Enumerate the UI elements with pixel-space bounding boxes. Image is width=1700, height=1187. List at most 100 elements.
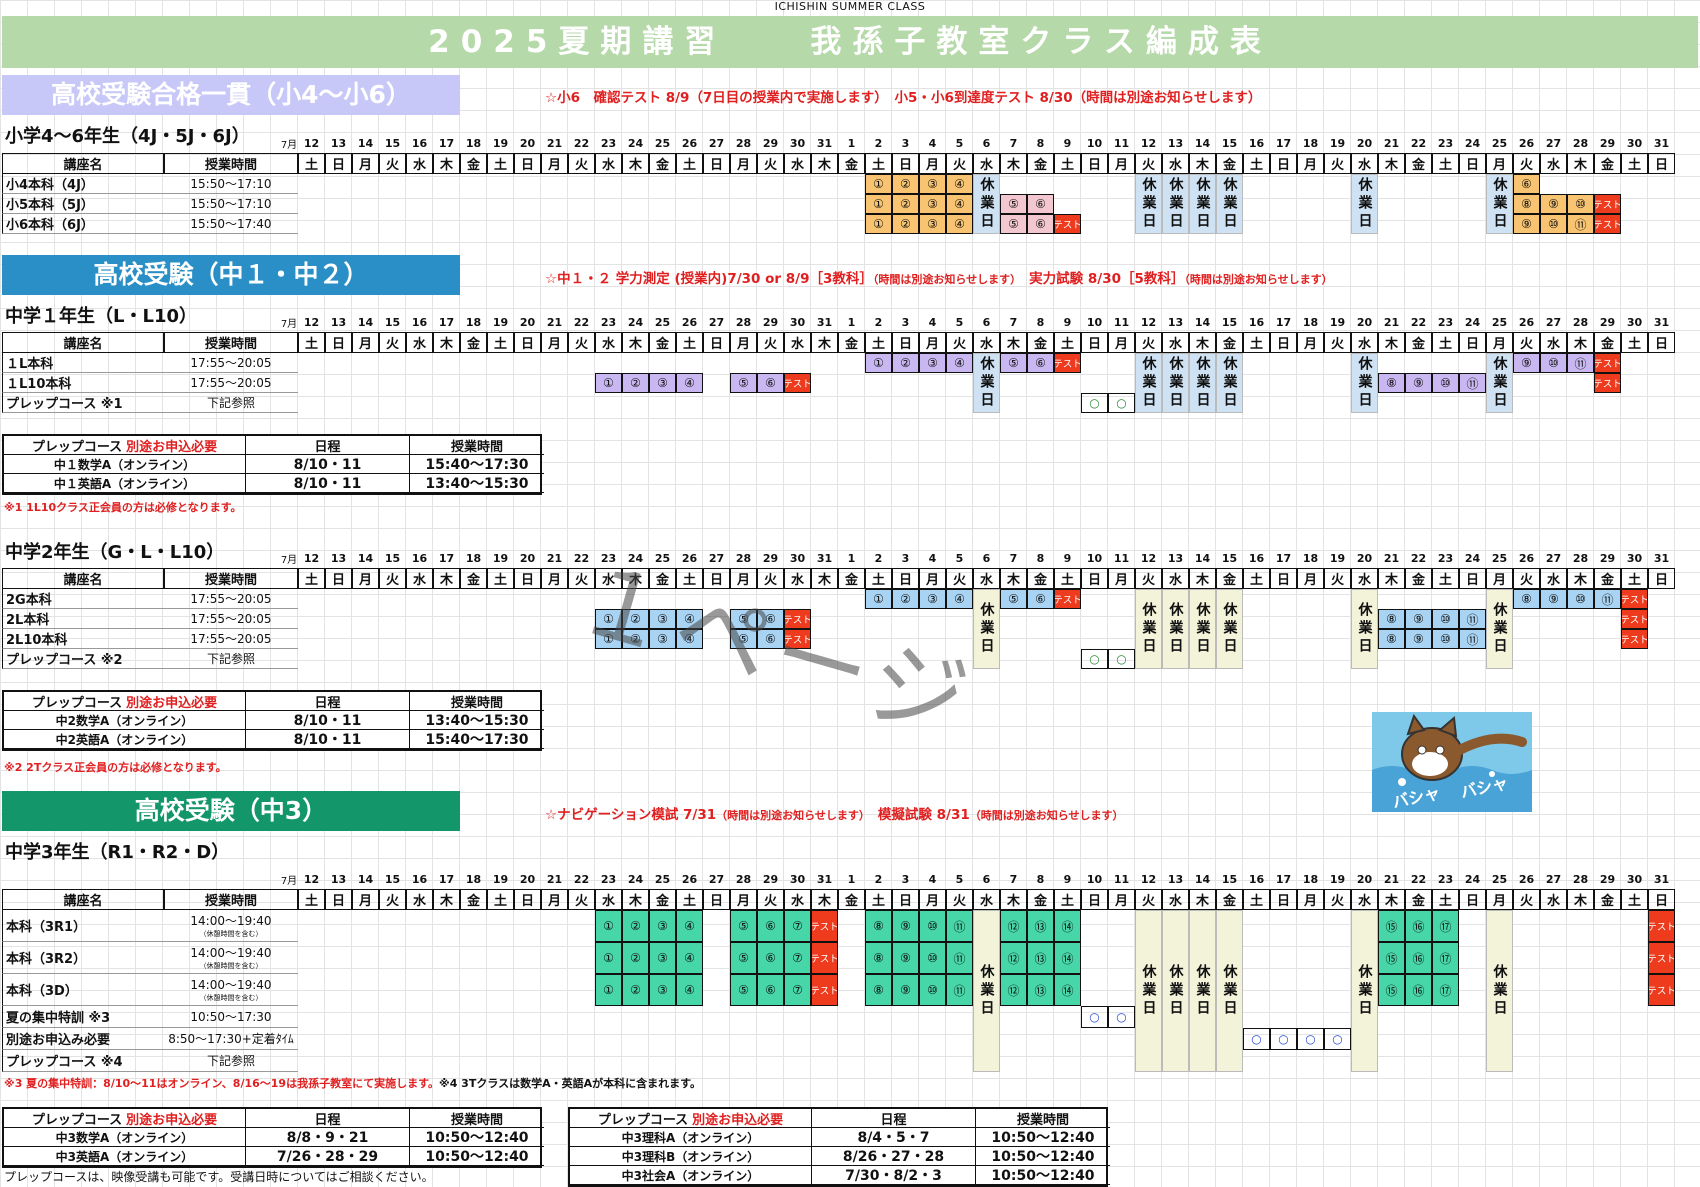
weekday-label: 月	[1108, 332, 1135, 353]
schedule-mark: テスト	[1648, 942, 1675, 974]
day-number: 29	[762, 136, 779, 150]
prep-cell: プレップコース 別途お申込必要	[4, 1109, 246, 1128]
day-number: 16	[1248, 872, 1265, 886]
schedule-mark: ④	[946, 589, 973, 609]
weekday-label: 月	[352, 889, 379, 910]
day-number: 29	[1599, 872, 1616, 886]
course-time-text: 10:50～17:30	[190, 1010, 272, 1024]
holiday-block: 休業日	[1189, 353, 1216, 413]
schedule-mark: テスト	[1648, 910, 1675, 942]
footer-note: プレップコースは、映像受講も可能です。受講日時についてはご相談ください。	[4, 1170, 434, 1184]
schedule-mark: ③	[649, 942, 676, 974]
schedule-mark: ⑩	[1567, 194, 1594, 214]
course-time-note: （休憩時間を含む）	[199, 962, 263, 970]
day-number: 31	[816, 872, 833, 886]
weekday-label: 火	[757, 153, 784, 174]
day-number: 26	[681, 872, 698, 886]
day-number: 29	[762, 872, 779, 886]
course-time-text: 17:55～20:05	[190, 356, 272, 370]
course-name: １L10本科	[2, 373, 164, 393]
schedule-mark: ⑤	[730, 974, 757, 1006]
holiday-block: 休業日	[1189, 174, 1216, 234]
weekday-label: 土	[1054, 889, 1081, 910]
schedule-mark: ⑤	[1000, 589, 1027, 609]
holiday-block: 休業日	[1135, 910, 1162, 1072]
day-number: 5	[955, 136, 964, 150]
schedule-mark: ⑧	[865, 974, 892, 1006]
course-time: 17:55～20:05	[164, 609, 298, 629]
course-time: 17:55～20:05	[164, 589, 298, 609]
day-number: 17	[1275, 136, 1292, 150]
col-course-header: 講座名	[2, 568, 164, 589]
day-number: 15	[384, 551, 401, 565]
day-number: 27	[1545, 872, 1562, 886]
weekday-label: 金	[460, 153, 487, 174]
schedule-mark: テスト	[811, 910, 838, 942]
schedule-mark: ⑤	[1000, 214, 1027, 234]
schedule-mark: ④	[676, 373, 703, 393]
holiday-block: 休業日	[973, 174, 1000, 234]
schedule-mark: テスト	[1648, 974, 1675, 1006]
notice-middle-3: ☆ナビゲーション模試 7/31（時間は別途お知らせします） 模擬試験 8/31（…	[545, 807, 1124, 823]
course-time: 14:00～19:40 （休憩時間を含む）	[164, 910, 298, 942]
day-number: 26	[1518, 872, 1535, 886]
weekday-label: 土	[1054, 332, 1081, 353]
course-time: 10:50～17:30	[164, 1006, 298, 1028]
schedule-mark: ⑨	[1513, 214, 1540, 234]
prep-cell: プレップコース 別途お申込必要	[4, 436, 246, 455]
course-time: 14:00～19:40 （休憩時間を含む）	[164, 974, 298, 1006]
weekday-label: 水	[406, 568, 433, 589]
schedule-mark: テスト	[811, 942, 838, 974]
day-number: 15	[384, 872, 401, 886]
prep-name: 中2数学A（オンライン）	[4, 711, 246, 730]
day-number: 16	[411, 136, 428, 150]
day-number: 20	[1356, 872, 1373, 886]
prep-name: 中１英語A（オンライン）	[4, 474, 246, 493]
day-number: 15	[1221, 872, 1238, 886]
weekday-label: 火	[379, 153, 406, 174]
weekday-label: 木	[433, 332, 460, 353]
day-number: 24	[627, 136, 644, 150]
day-number: 22	[1410, 551, 1427, 565]
month-label: 7月	[280, 318, 298, 330]
weekday-label: 水	[1162, 889, 1189, 910]
day-number: 22	[1410, 136, 1427, 150]
prep-head-required: 別途お申込必要	[126, 1112, 218, 1128]
weekday-label: 金	[1594, 332, 1621, 353]
schedule-mark: ⑧	[1513, 589, 1540, 609]
prep-head: プレップコース	[31, 695, 123, 711]
course-time: 14:00～19:40 （休憩時間を含む）	[164, 942, 298, 974]
weekday-label: 金	[649, 889, 676, 910]
weekday-label: 火	[1135, 153, 1162, 174]
day-number: 11	[1113, 136, 1130, 150]
day-number: 28	[735, 872, 752, 886]
prep-head: プレップコース	[597, 1112, 689, 1128]
holiday-block: 休業日	[1351, 910, 1378, 1072]
holiday-block: 休業日	[1486, 589, 1513, 669]
schedule-mark: ①	[595, 373, 622, 393]
day-number: 20	[1356, 136, 1373, 150]
holiday-block: 休業日	[1486, 174, 1513, 234]
prep-col-time: 授業時間	[410, 1109, 544, 1128]
weekday-label: 火	[1513, 153, 1540, 174]
course-time-text: 下記参照	[206, 396, 255, 410]
weekday-label: 木	[433, 153, 460, 174]
schedule-mark: ⑩	[1432, 609, 1459, 629]
schedule-mark: ⑰	[1432, 974, 1459, 1006]
schedule-mark: テスト	[1621, 589, 1648, 609]
schedule-mark: ⑨	[892, 974, 919, 1006]
day-number: 1	[847, 136, 856, 150]
schedule-mark: ④	[946, 214, 973, 234]
weekday-label: 水	[973, 153, 1000, 174]
weekday-label: 木	[622, 889, 649, 910]
col-course-header: 講座名	[2, 332, 164, 353]
prep-head-required: 別途お申込必要	[692, 1112, 784, 1128]
course-time: 15:50～17:10	[164, 174, 298, 194]
day-number: 31	[1653, 872, 1670, 886]
grade-elementary: 小学4～6年生（4J・5J・6J）	[5, 126, 250, 147]
course-time-text: 17:55～20:05	[190, 632, 272, 646]
day-number: 20	[519, 136, 536, 150]
schedule-mark: ①	[865, 194, 892, 214]
day-number: 22	[1410, 872, 1427, 886]
schedule-mark: ⑮	[1378, 910, 1405, 942]
